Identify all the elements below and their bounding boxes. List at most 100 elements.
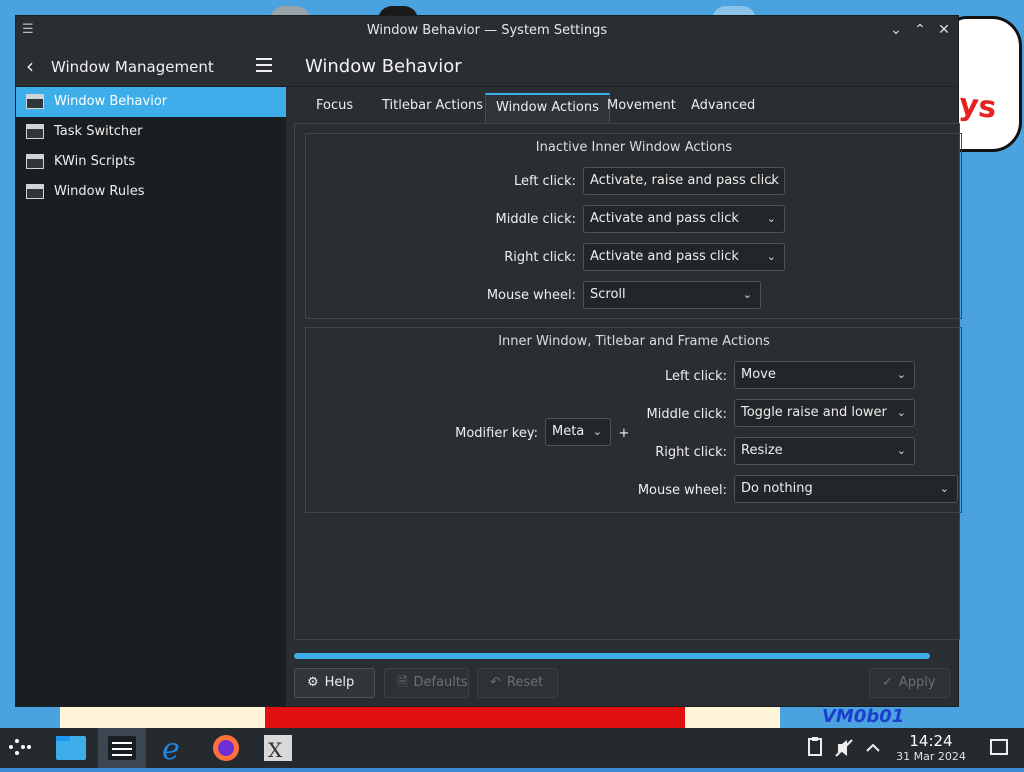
document-icon: 🗎: [397, 675, 408, 690]
progress-bar: [294, 653, 930, 659]
svg-text:X: X: [268, 738, 283, 762]
group-title: Inner Window, Titlebar and Frame Actions: [498, 334, 770, 349]
clock[interactable]: 14:24 31 Mar 2024: [886, 732, 976, 763]
wallpaper-text: ys: [957, 87, 999, 126]
hamburger-menu-icon[interactable]: [256, 58, 272, 76]
middle-click-label: Middle click:: [495, 212, 576, 227]
group-title: Inactive Inner Window Actions: [535, 140, 733, 155]
tab-advanced[interactable]: Advanced: [681, 93, 765, 121]
wallpaper-red-shape: [265, 705, 685, 728]
chevron-down-icon: ⌄: [766, 212, 776, 225]
right-click-label: Right click:: [504, 250, 576, 265]
chevron-down-icon: ⌄: [742, 288, 752, 301]
inactive-mouse-wheel-combobox[interactable]: Scroll ⌄: [583, 281, 761, 309]
chevron-up-icon[interactable]: [860, 728, 886, 768]
sidebar-item-window-behavior[interactable]: Window Behavior: [16, 87, 286, 117]
help-label: Help: [324, 675, 355, 690]
plus-sign: +: [618, 426, 630, 441]
chevron-down-icon: ⌄: [592, 425, 602, 438]
svg-text:e: e: [162, 732, 180, 767]
tab-titlebar-actions[interactable]: Titlebar Actions: [372, 93, 493, 121]
internet-explorer-icon[interactable]: e: [150, 728, 198, 768]
system-settings-window: ☰ Window Behavior — System Settings ⌄ ⌃ …: [15, 15, 962, 707]
combobox-value: Scroll: [590, 287, 626, 302]
sidebar-header: ‹ Window Management: [16, 46, 286, 87]
left-click-label: Left click:: [664, 369, 727, 384]
modifier-key-label: Modifier key:: [455, 426, 538, 441]
script-icon: [26, 154, 44, 169]
left-click-label: Left click:: [513, 174, 576, 189]
application-launcher-icon[interactable]: [0, 728, 48, 768]
apply-label: Apply: [898, 675, 936, 690]
combobox-value: Meta: [552, 424, 585, 439]
minimize-button[interactable]: ⌄: [886, 20, 906, 40]
show-desktop-icon[interactable]: [984, 728, 1014, 768]
combobox-value: Move: [741, 367, 776, 382]
modifier-right-click-combobox[interactable]: Resize ⌄: [734, 437, 915, 465]
combobox-value: Resize: [741, 443, 783, 458]
clock-date: 31 Mar 2024: [896, 750, 966, 763]
chevron-down-icon: ⌄: [766, 174, 776, 187]
chevron-down-icon: ⌄: [939, 482, 949, 495]
modifier-mouse-wheel-combobox[interactable]: Do nothing ⌄: [734, 475, 958, 503]
close-button[interactable]: ✕: [934, 20, 954, 40]
combobox-value: Activate and pass click: [590, 211, 739, 226]
maximize-button[interactable]: ⌃: [910, 20, 930, 40]
chevron-down-icon: ⌄: [896, 406, 906, 419]
tab-movement[interactable]: Movement: [597, 93, 686, 121]
sidebar-item-label: KWin Scripts: [54, 154, 136, 169]
volume-muted-icon[interactable]: [830, 728, 860, 768]
combobox-value: Activate and pass click: [590, 249, 739, 264]
window-rules-icon: [26, 184, 44, 199]
tab-panel: Inactive Inner Window Actions Left click…: [294, 123, 962, 640]
window-titlebar[interactable]: ☰ Window Behavior — System Settings ⌄ ⌃ …: [16, 16, 958, 46]
main-content: Window Behavior Focus Titlebar Actions W…: [287, 46, 962, 706]
file-manager-icon[interactable]: [48, 728, 96, 768]
clipboard-icon[interactable]: [800, 728, 830, 768]
help-button[interactable]: ⚙ Help: [294, 668, 375, 698]
mouse-wheel-label: Mouse wheel:: [486, 288, 576, 303]
sidebar-item-label: Task Switcher: [54, 124, 143, 139]
defaults-button[interactable]: 🗎 Defaults: [384, 668, 469, 698]
wallpaper-signature: VM0b01: [822, 706, 905, 727]
inner-window-titlebar-frame-actions-group: Inner Window, Titlebar and Frame Actions…: [305, 327, 962, 513]
chevron-down-icon: ⌄: [896, 368, 906, 381]
sidebar-title: Window Management: [51, 58, 214, 76]
reset-button[interactable]: ↶ Reset: [477, 668, 558, 698]
combobox-value: Activate, raise and pass click: [590, 173, 779, 188]
xournal-icon[interactable]: X: [254, 728, 302, 768]
inactive-left-click-combobox[interactable]: Activate, raise and pass click ⌄: [583, 167, 785, 195]
window-title: Window Behavior — System Settings: [366, 23, 608, 38]
reset-label: Reset: [506, 675, 544, 690]
sidebar-item-kwin-scripts[interactable]: KWin Scripts: [16, 147, 286, 177]
modifier-middle-click-combobox[interactable]: Toggle raise and lower ⌄: [734, 399, 915, 427]
inactive-inner-window-actions-group: Inactive Inner Window Actions Left click…: [305, 133, 962, 319]
checkmark-icon: ✓: [882, 675, 893, 690]
inactive-right-click-combobox[interactable]: Activate and pass click ⌄: [583, 243, 785, 271]
firefox-icon[interactable]: [202, 728, 250, 768]
inactive-middle-click-combobox[interactable]: Activate and pass click ⌄: [583, 205, 785, 233]
sidebar-item-task-switcher[interactable]: Task Switcher: [16, 117, 286, 147]
chevron-down-icon: ⌄: [896, 444, 906, 457]
chevron-down-icon: ⌄: [766, 250, 776, 263]
sidebar-item-label: Window Behavior: [54, 94, 168, 109]
clock-time: 14:24: [909, 732, 953, 750]
tab-bar: Focus Titlebar Actions Window Actions Mo…: [287, 91, 958, 124]
sidebar-item-window-rules[interactable]: Window Rules: [16, 177, 286, 207]
window-icon: [26, 94, 44, 109]
sidebar: ‹ Window Management Window Behavior Task…: [16, 46, 286, 706]
modifier-key-combobox[interactable]: Meta ⌄: [545, 418, 611, 446]
right-click-label: Right click:: [655, 445, 727, 460]
modifier-left-click-combobox[interactable]: Move ⌄: [734, 361, 915, 389]
tab-focus[interactable]: Focus: [306, 93, 363, 121]
defaults-label: Defaults: [413, 675, 468, 690]
system-settings-taskbar-icon[interactable]: [98, 728, 146, 768]
combobox-value: Do nothing: [741, 481, 813, 496]
tab-window-actions[interactable]: Window Actions: [485, 93, 610, 124]
apply-button[interactable]: ✓ Apply: [869, 668, 950, 698]
task-switcher-icon: [26, 124, 44, 139]
back-icon[interactable]: ‹: [26, 54, 34, 78]
middle-click-label: Middle click:: [646, 407, 727, 422]
undo-icon: ↶: [490, 675, 501, 690]
mouse-wheel-label: Mouse wheel:: [637, 483, 727, 498]
